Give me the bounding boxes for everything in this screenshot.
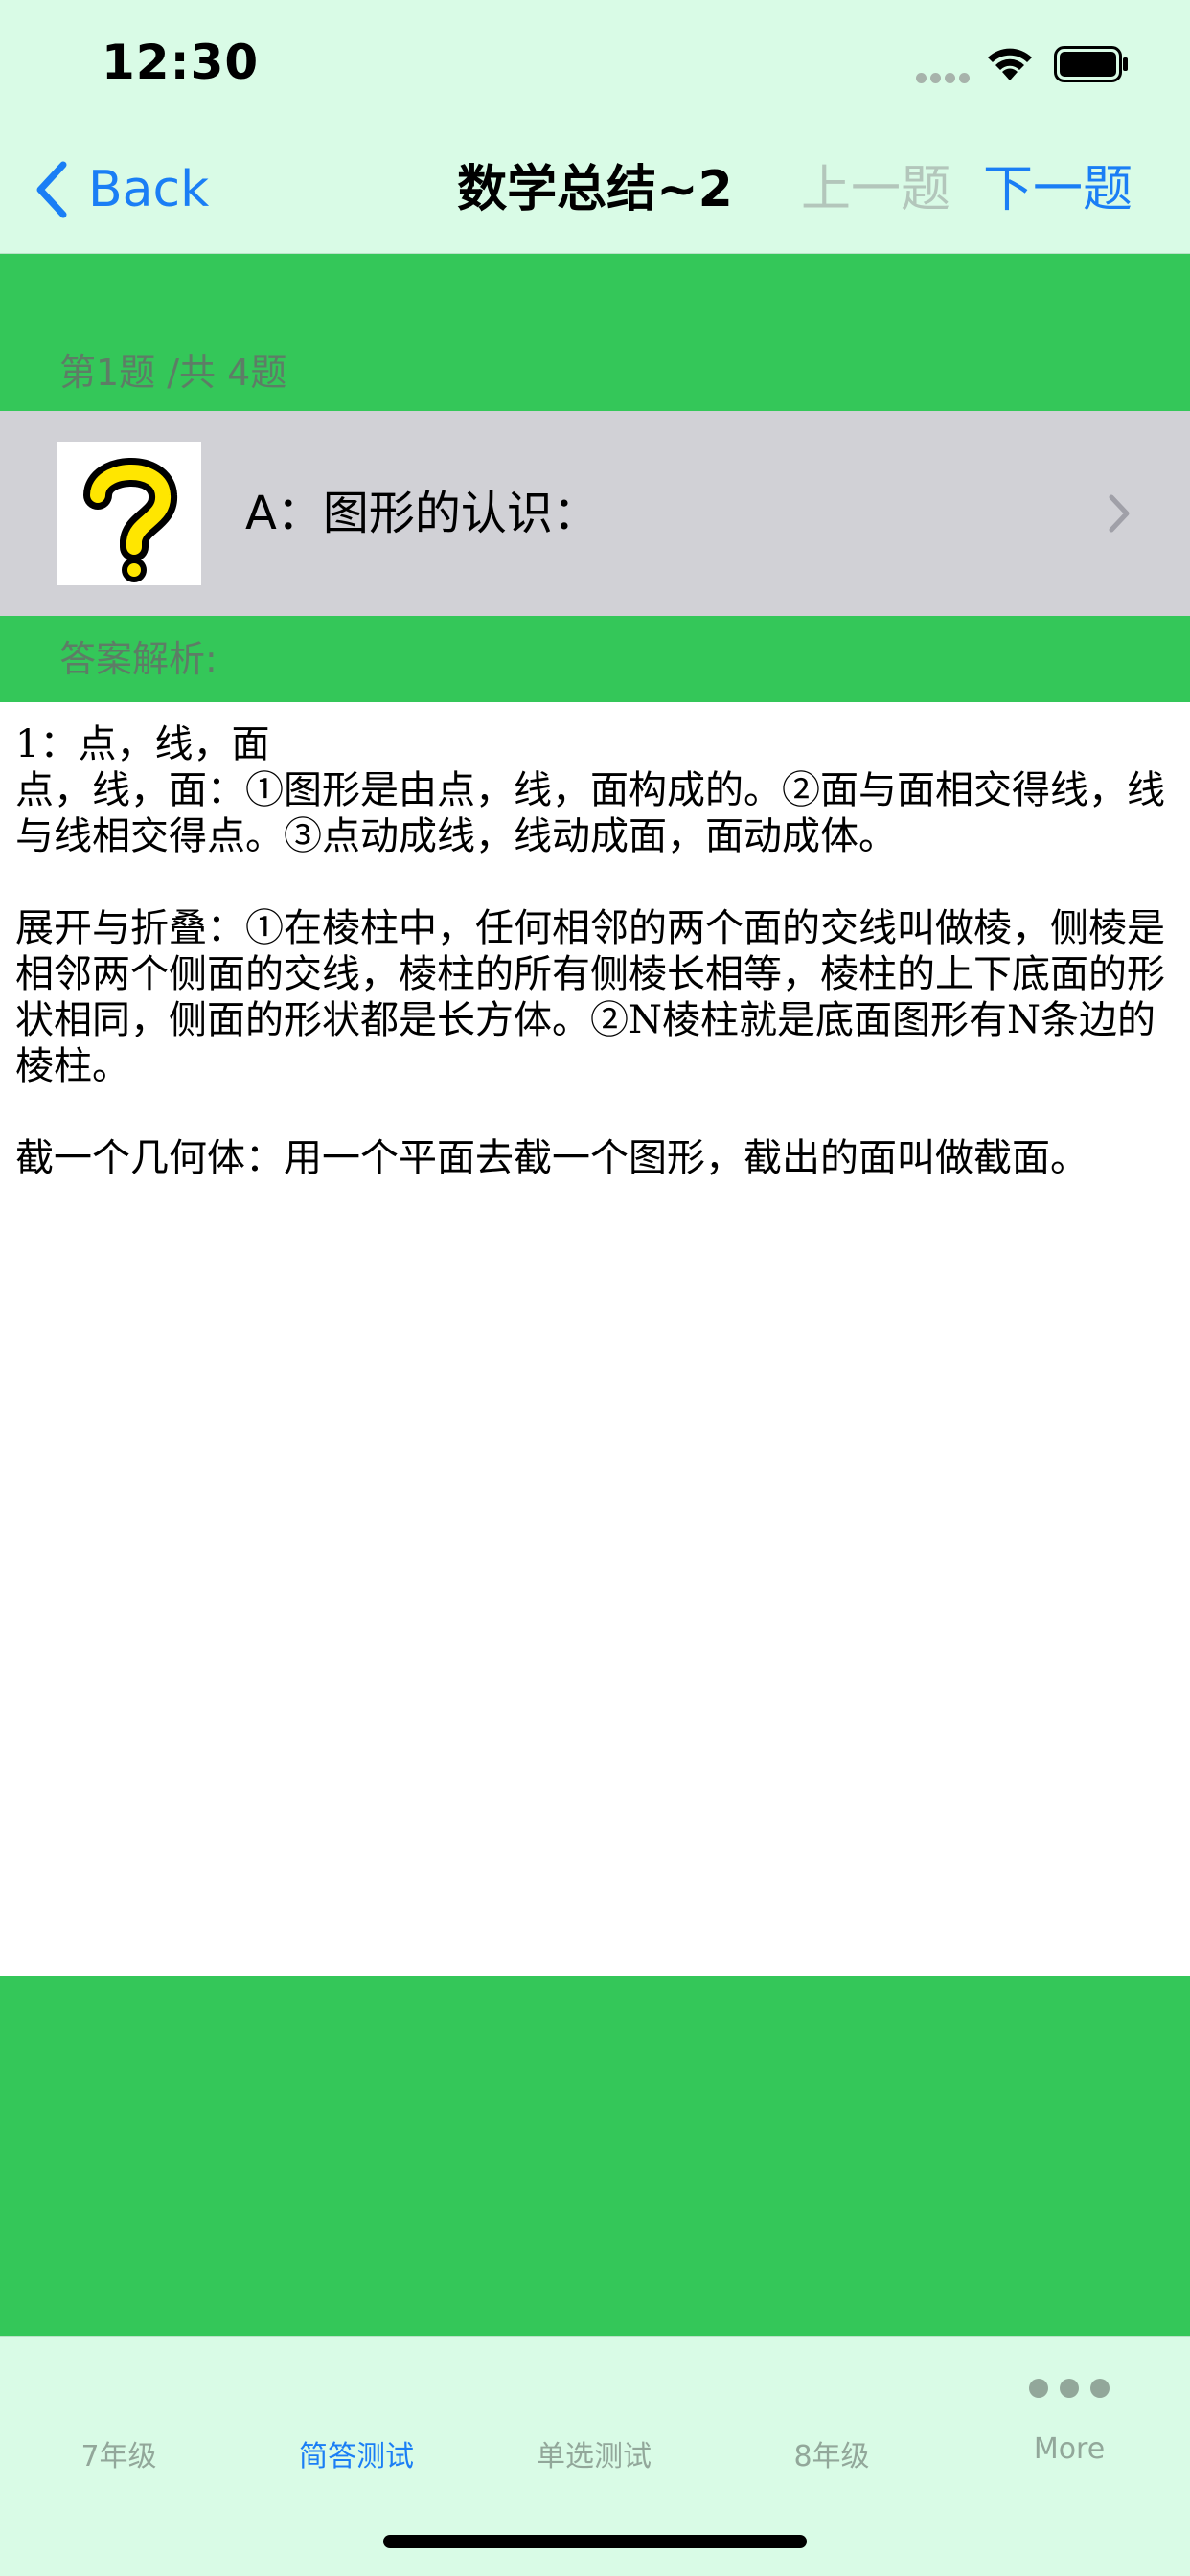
question-mark-icon — [57, 442, 201, 585]
tab-more[interactable]: More — [950, 2337, 1188, 2499]
previous-question-button[interactable]: 上一题 — [801, 153, 950, 226]
answer-paragraph: 1：点，线，面 点，线，面：①图形是由点，线，面构成的。②面与面相交得线，线与线… — [15, 722, 1165, 858]
tab-label: 7年级 — [80, 2440, 157, 2473]
back-label: Back — [88, 161, 210, 218]
back-button[interactable]: Back — [33, 153, 209, 226]
home-indicator — [383, 2535, 807, 2548]
chevron-right-icon — [1109, 494, 1130, 533]
answer-content: 1：点，线，面 点，线，面：①图形是由点，线，面构成的。②面与面相交得线，线与线… — [0, 702, 1190, 1976]
answer-header-band: 答案解析: — [0, 616, 1190, 702]
tab-short-answer-test[interactable]: 简答测试 — [238, 2337, 475, 2499]
tab-label: More — [1033, 2432, 1106, 2466]
next-question-button[interactable]: 下一题 — [983, 153, 1133, 226]
top-chrome: 12:30 Back 数学总结~2 上一题 下一题 — [0, 0, 1190, 254]
tab-grade-8[interactable]: 8年级 — [713, 2337, 950, 2499]
battery-icon — [1054, 46, 1128, 82]
answer-paragraph: 截一个几何体：用一个平面去截一个图形，截出的面叫做截面。 — [15, 1136, 1088, 1180]
tab-label: 单选测试 — [537, 2440, 652, 2473]
tab-grade-7[interactable]: 7年级 — [0, 2337, 238, 2499]
answer-paragraph: 展开与折叠：①在棱柱中，任何相邻的两个面的交线叫做棱，侧棱是相邻两个侧面的交线，… — [15, 906, 1165, 1088]
tab-single-choice-test[interactable]: 单选测试 — [475, 2337, 713, 2499]
chevron-left-icon — [36, 161, 67, 218]
question-text: A：图形的认识： — [245, 487, 599, 540]
more-dots-icon — [1029, 2379, 1110, 2398]
cellular-signal-icon — [916, 69, 973, 83]
question-counter: 第1题 /共 4题 — [59, 352, 287, 394]
answer-header: 答案解析: — [59, 638, 217, 680]
tab-label: 简答测试 — [299, 2440, 414, 2473]
status-time: 12:30 — [102, 34, 260, 90]
wifi-icon — [988, 48, 1032, 80]
tab-label: 8年级 — [793, 2440, 870, 2473]
question-row[interactable]: A：图形的认识： — [0, 411, 1190, 616]
bottom-band — [0, 1976, 1190, 2336]
page-title: 数学总结~2 — [457, 161, 733, 218]
